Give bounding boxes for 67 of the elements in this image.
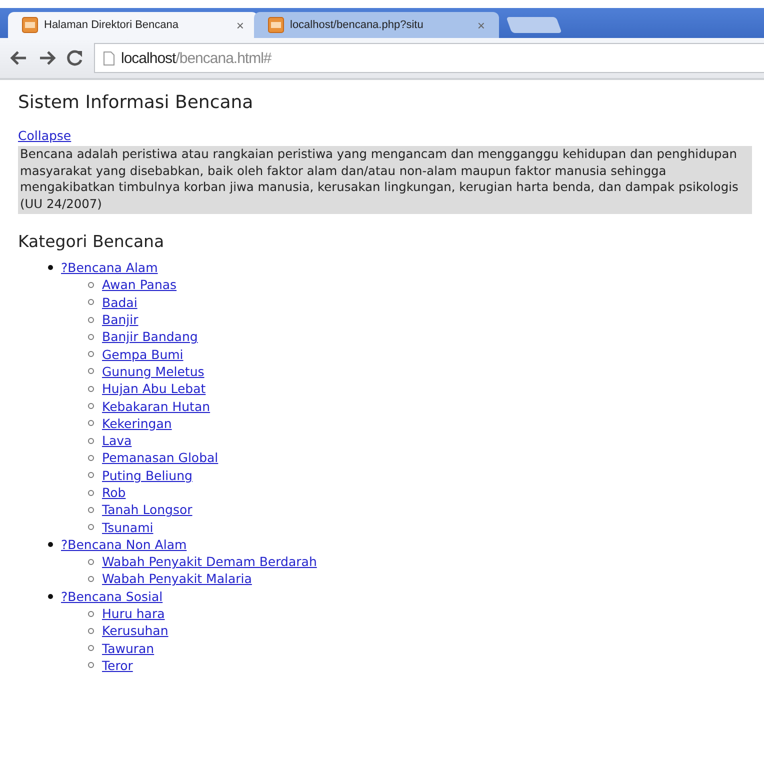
subcategory-link[interactable]: Hujan Abu Lebat [102,381,206,396]
subcategory-link[interactable]: Rob [102,485,126,500]
subcategory-link[interactable]: Tanah Longsor [102,502,192,518]
subcategory-link[interactable]: Huru hara [102,606,165,622]
subcategory-link[interactable]: Tawuran [102,640,154,656]
subcategory-link[interactable]: Kekeringan [102,416,172,431]
page-title: Sistem Informasi Bencana [18,92,254,113]
subcategory-link[interactable]: Awan Panas [102,277,177,292]
subcategory-link[interactable]: Kebakaran Hutan [102,398,210,414]
subcategory-link[interactable]: Puting Beliung [102,468,192,483]
circle-bullet-icon [88,524,94,530]
subcategory-link[interactable]: Pemanasan Global [102,450,218,466]
subcategory-link[interactable]: Tsunami [102,520,154,535]
section-heading: Kategori Bencana [18,232,166,251]
circle-bullet-icon [88,386,94,392]
subcategory-link[interactable]: Badai [102,294,138,310]
circle-bullet-icon [88,628,94,634]
circle-bullet-icon [88,282,94,288]
page-icon [22,17,38,33]
category-link[interactable]: ?Bencana Non Alam [61,536,187,552]
subcategory-link[interactable]: Wabah Penyakit Demam Berdarah [102,554,317,570]
subcategory-link[interactable]: Banjir [102,312,138,328]
page-icon [268,17,284,33]
circle-bullet-icon [88,351,94,358]
tab-title: Halaman Direktori Bencana [44,19,180,31]
close-button[interactable]: × [236,18,244,32]
new-tab-button[interactable] [506,17,562,33]
circle-bullet-icon [88,420,94,426]
circle-bullet-icon [88,645,94,652]
circle-bullet-icon [88,454,94,461]
circle-bullet-icon [88,368,94,374]
category-link[interactable]: ?Bencana Sosial [61,588,163,604]
circle-bullet-icon [88,490,94,496]
reload-icon[interactable] [66,49,84,67]
circle-bullet-icon [88,610,94,617]
circle-bullet-icon [88,316,94,323]
bullet-icon [48,542,53,547]
description-text: Bencana adalah peristiwa atau rangkaian peristiwa yang mengancam dan mengganggu kehidupan dan penghidupan masyarakat yang disebabkan, baik oleh faktor alam dan/atau non-alam maupun faktor manusia sehingga mengakibatkan timbulnya korban jiwa manusia, kerusakan lingkungan, kerugian harta benda, dan dampak psikologis (UU 24/2007) [18,146,752,214]
url-path: /bencana.html# [176,50,272,66]
bullet-icon [48,265,53,270]
address-field[interactable]: localhost/bencana.html# [94,43,764,73]
circle-bullet-icon [88,662,94,668]
subcategory-link[interactable]: Teror [102,658,133,673]
circle-bullet-icon [88,438,94,444]
browser-tab[interactable]: Halaman Direktori Bencana × [8,12,258,38]
circle-bullet-icon [88,299,94,306]
bullet-icon [48,594,53,599]
collapse-link[interactable]: Collapse [18,128,72,143]
subcategory-link[interactable]: Wabah Penyakit Malaria [102,571,252,586]
circle-bullet-icon [88,506,94,513]
category-link[interactable]: ?Bencana Alam [61,260,158,276]
subcategory-link[interactable]: Banjir Bandang [102,329,198,344]
browser-tab[interactable]: localhost/bencana.php?situ × [254,12,499,38]
circle-bullet-icon [88,403,94,410]
circle-bullet-icon [88,558,94,565]
circle-bullet-icon [88,576,94,582]
subcategory-link[interactable]: Gempa Bumi [102,346,184,362]
subcategory-link[interactable]: Gunung Meletus [102,364,204,379]
url-host: localhost [121,50,176,66]
tab-title: localhost/bencana.php?situ [290,19,424,31]
document-icon [103,50,115,66]
circle-bullet-icon [88,472,94,478]
back-icon[interactable] [10,50,28,66]
subcategory-link[interactable]: Kerusuhan [102,623,168,638]
subcategory-link[interactable]: Lava [102,433,132,448]
forward-icon[interactable] [38,50,56,66]
circle-bullet-icon [88,334,94,340]
